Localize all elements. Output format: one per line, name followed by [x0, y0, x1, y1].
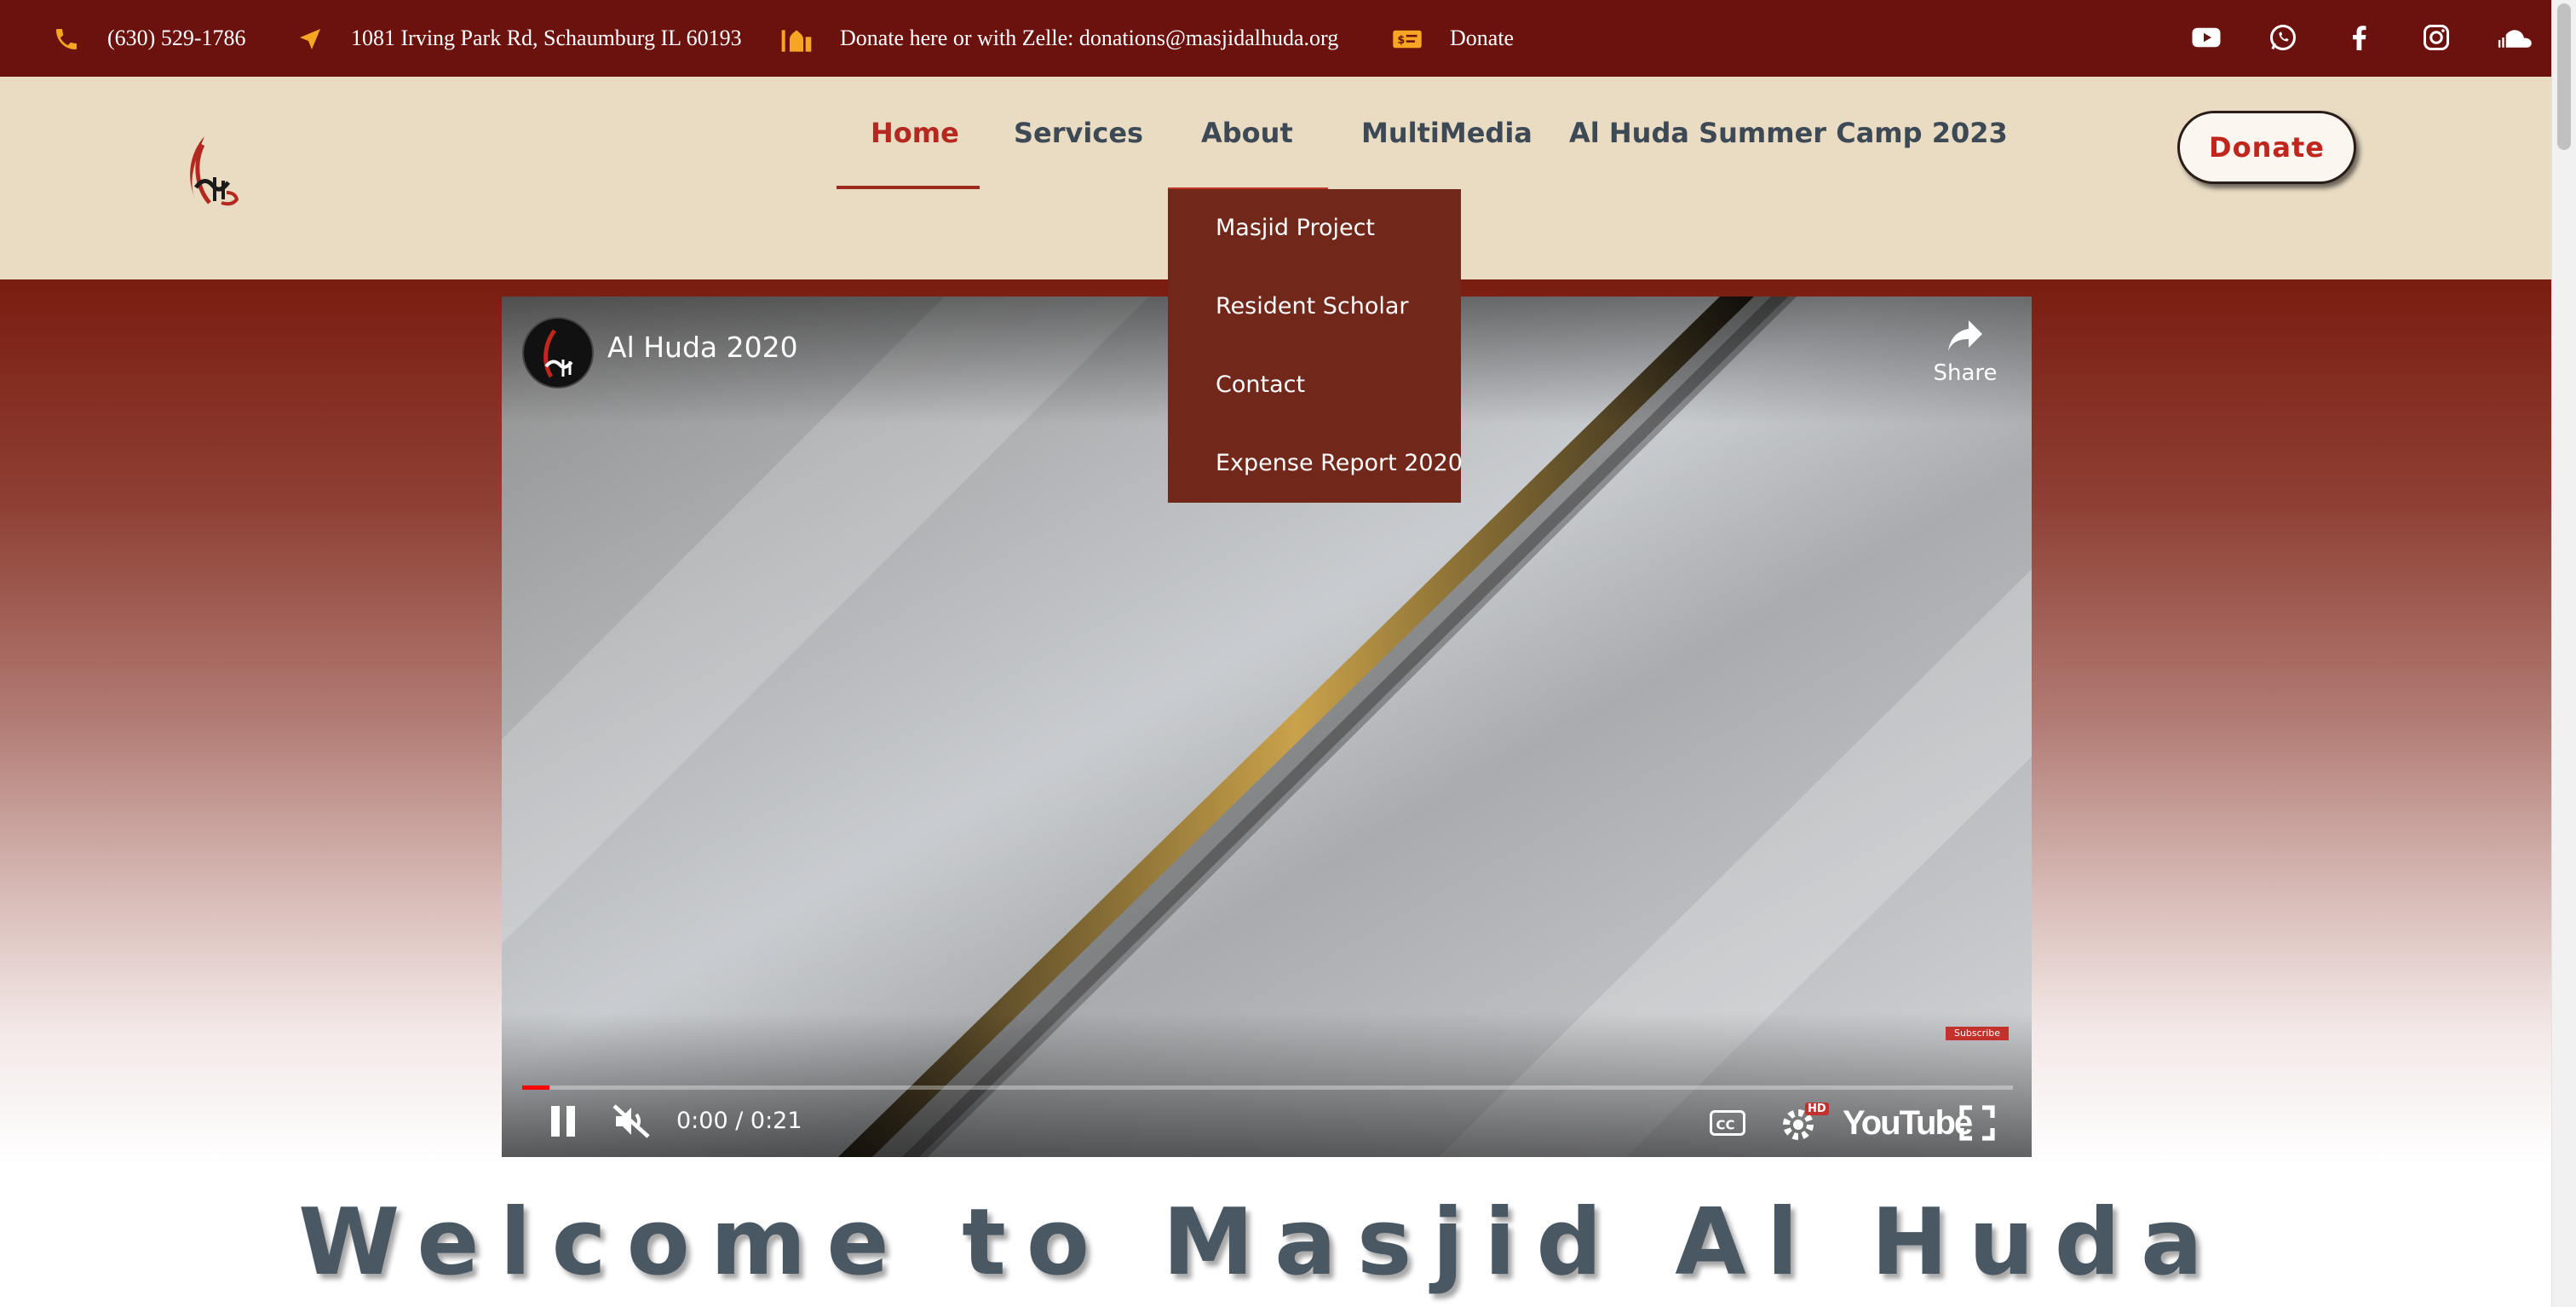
closed-captions-icon[interactable]: CC: [1710, 1109, 1745, 1137]
pause-icon[interactable]: [546, 1103, 580, 1140]
location-arrow-icon: [300, 29, 320, 49]
video-progress-bar[interactable]: [522, 1085, 2013, 1090]
header-donate-button[interactable]: Donate: [2177, 111, 2356, 184]
fullscreen-icon[interactable]: [1958, 1104, 1996, 1142]
video-time: 0:00 / 0:21: [676, 1108, 802, 1134]
money-card-icon: $: [1393, 30, 1422, 49]
address-text[interactable]: 1081 Irving Park Rd, Schaumburg IL 60193: [351, 0, 742, 77]
nav-summer-camp[interactable]: Al Huda Summer Camp 2023: [1569, 77, 2008, 189]
youtube-icon[interactable]: [2191, 22, 2222, 53]
instagram-icon[interactable]: [2421, 22, 2452, 53]
share-icon: [1948, 320, 1982, 351]
scrollbar-thumb[interactable]: [2557, 3, 2571, 150]
channel-logo-icon: [543, 329, 573, 378]
mosque-icon: [781, 30, 812, 52]
dropdown-item-contact[interactable]: Contact: [1216, 371, 1305, 398]
topbar-donate-link[interactable]: Donate: [1450, 0, 1514, 77]
dropdown-item-expense-report[interactable]: Expense Report 2020: [1216, 450, 1463, 476]
soundcloud-icon[interactable]: [2496, 22, 2533, 53]
nav-home[interactable]: Home: [871, 77, 959, 189]
nav-services[interactable]: Services: [1014, 77, 1143, 189]
phone-icon: [56, 29, 77, 49]
nav-multimedia[interactable]: MultiMedia: [1361, 77, 1532, 189]
masjid-al-huda-logo[interactable]: [170, 128, 247, 213]
hd-badge: HD: [1805, 1103, 1829, 1115]
about-dropdown-menu: Masjid Project Resident Scholar Contact …: [1168, 189, 1463, 503]
facebook-icon[interactable]: [2344, 22, 2375, 53]
zelle-donation-text[interactable]: Donate here or with Zelle: donations@mas…: [840, 0, 1338, 77]
phone-number[interactable]: (630) 529-1786: [107, 0, 245, 77]
nav-about[interactable]: About: [1201, 77, 1293, 189]
share-label: Share: [1933, 360, 1998, 386]
page-scrollbar[interactable]: [2551, 0, 2576, 1307]
video-title[interactable]: Al Huda 2020: [607, 331, 798, 364]
video-progress-played: [522, 1085, 549, 1090]
muted-volume-icon[interactable]: [611, 1103, 652, 1140]
channel-avatar[interactable]: [522, 317, 594, 389]
top-info-bar: (630) 529-1786 1081 Irving Park Rd, Scha…: [0, 0, 2551, 77]
youtube-logo[interactable]: YouTube: [1843, 1104, 1973, 1143]
dropdown-item-masjid-project[interactable]: Masjid Project: [1216, 215, 1375, 241]
svg-text:CC: CC: [1716, 1118, 1735, 1133]
svg-text:$: $: [1397, 34, 1405, 47]
welcome-heading: Welcome to Masjid Al Huda: [298, 1189, 2223, 1296]
dropdown-item-resident-scholar[interactable]: Resident Scholar: [1216, 293, 1409, 320]
share-button[interactable]: Share: [1923, 317, 2008, 386]
subscribe-watermark[interactable]: Subscribe: [1946, 1027, 2009, 1040]
nav-active-underline: [837, 186, 980, 189]
whatsapp-icon[interactable]: [2268, 22, 2298, 53]
